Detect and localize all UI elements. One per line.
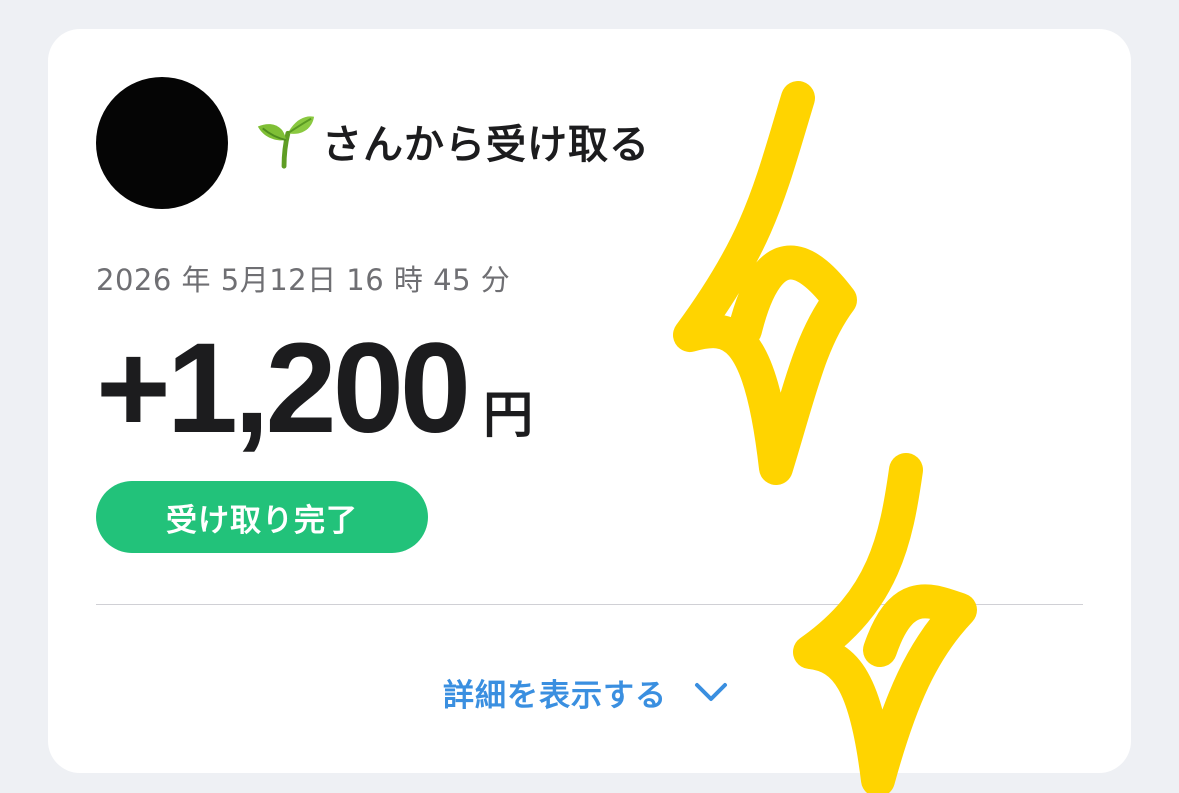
amount-row: +1,200 円 (96, 317, 534, 460)
transaction-card: さんから受け取る 2026 年 5月12日 16 時 45 分 +1,200 円… (48, 29, 1131, 773)
status-badge: 受け取り完了 (96, 481, 428, 553)
show-details-button[interactable]: 詳細を表示する (443, 667, 729, 717)
transaction-amount: +1,200 (96, 317, 471, 460)
divider (96, 604, 1083, 605)
seedling-icon (257, 116, 315, 169)
show-details-label: 詳細を表示する (443, 677, 667, 714)
currency-label: 円 (483, 386, 534, 444)
transaction-datetime: 2026 年 5月12日 16 時 45 分 (96, 263, 511, 297)
receive-title: さんから受け取る (322, 122, 650, 168)
chevron-down-icon (695, 683, 727, 701)
avatar[interactable] (96, 77, 228, 209)
sender-title-row: さんから受け取る (254, 111, 650, 171)
